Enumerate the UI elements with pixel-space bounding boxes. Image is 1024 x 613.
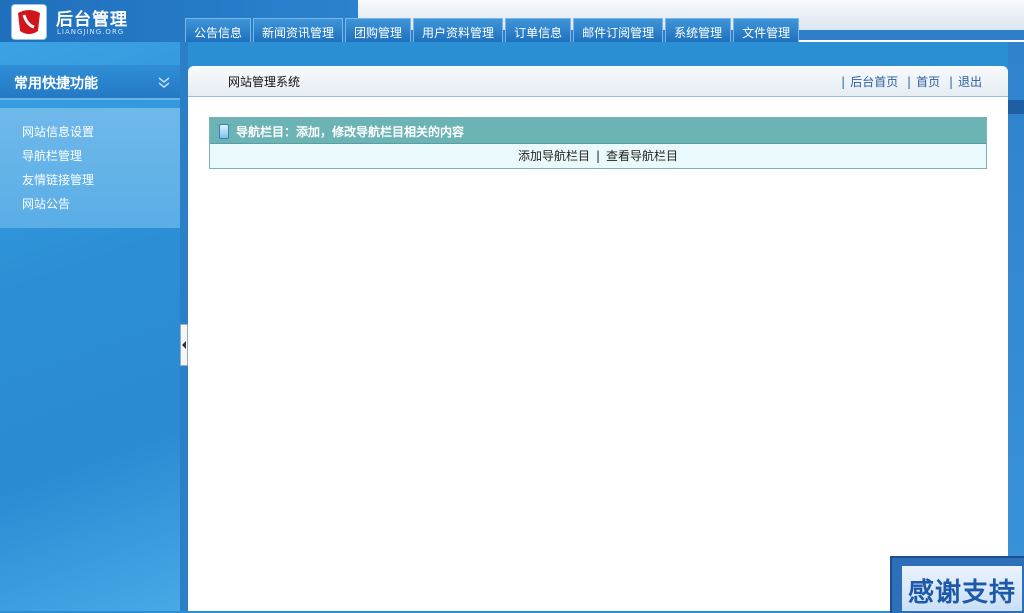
tab-files[interactable]: 文件管理 [733,18,800,42]
tab-bar-edge [799,40,1024,42]
logo: 后台管理 LIANGJING.ORG [12,5,162,39]
add-nav-link[interactable]: 添加导航栏目 [518,149,590,163]
main-header: 网站管理系统 | 后台首页 | 首页 | 退出 [188,66,1008,97]
tab-user-profiles[interactable]: 用户资料管理 [413,18,504,42]
link-separator: | [907,75,912,89]
logo-subtitle: LIANGJING.ORG [57,28,125,36]
site-title: 网站管理系统 [228,75,301,89]
nav-panel: 导航栏目：添加，修改导航栏目相关的内容 添加导航栏目 | 查看导航栏目 [209,117,987,169]
link-separator: | [948,75,953,89]
sidebar-item-site-settings[interactable]: 网站信息设置 [22,123,94,140]
top-header: 后台管理 LIANGJING.ORG 公告信息 新闻资讯管理 团购管理 用户资料… [0,0,1024,42]
link-separator: | [841,75,846,89]
logout-link[interactable]: 退出 [958,75,982,89]
tab-system[interactable]: 系统管理 [665,18,732,42]
tab-announcements[interactable]: 公告信息 [185,18,252,42]
chevron-down-icon[interactable] [157,75,171,89]
sidebar-collapse-handle[interactable] [180,324,188,366]
sidebar-item-friend-links[interactable]: 友情链接管理 [22,171,94,188]
sidebar-header[interactable]: 常用快捷功能 [0,65,181,100]
arrow-left-icon [182,341,186,349]
action-separator: | [595,149,601,163]
thanks-text: 感谢支持 [908,578,1017,608]
panel-header: 导航栏目：添加，修改导航栏目相关的内容 [210,118,986,144]
tab-group-buy[interactable]: 团购管理 [345,18,412,42]
panel-title: 导航栏目：添加，修改导航栏目相关的内容 [236,125,465,139]
tab-news[interactable]: 新闻资讯管理 [253,18,344,42]
panel-actions: 添加导航栏目 | 查看导航栏目 [210,144,986,168]
top-tabs: 公告信息 新闻资讯管理 团购管理 用户资料管理 订单信息 邮件订阅管理 系统管理… [185,18,800,42]
main-content: 网站管理系统 | 后台首页 | 首页 | 退出 导航栏目：添加，修改导航栏目相关的内容… [188,66,1008,611]
header-links: | 后台首页 | 首页 | 退出 [836,73,982,90]
right-edge-notch [1008,100,1024,114]
tab-orders[interactable]: 订单信息 [505,18,572,42]
logo-title: 后台管理 [56,10,128,30]
thanks-badge[interactable]: 感谢支持 [890,556,1024,613]
logo-icon [12,5,46,39]
sidebar-item-nav-management[interactable]: 导航栏管理 [22,147,82,164]
sidebar-item-announcement[interactable]: 网站公告 [22,195,70,212]
document-icon [219,124,229,139]
sidebar-title: 常用快捷功能 [14,76,98,92]
admin-home-link[interactable]: 后台首页 [850,75,898,89]
right-edge-bar [1008,42,1024,611]
tab-mail-subscriptions[interactable]: 邮件订阅管理 [573,18,664,42]
thanks-badge-inner: 感谢支持 [902,566,1022,611]
sidebar: 常用快捷功能 网站信息设置 导航栏管理 友情链接管理 网站公告 [0,42,181,611]
sidebar-menu: 网站信息设置 导航栏管理 友情链接管理 网站公告 [0,108,181,228]
home-link[interactable]: 首页 [916,75,940,89]
view-nav-link[interactable]: 查看导航栏目 [606,149,678,163]
